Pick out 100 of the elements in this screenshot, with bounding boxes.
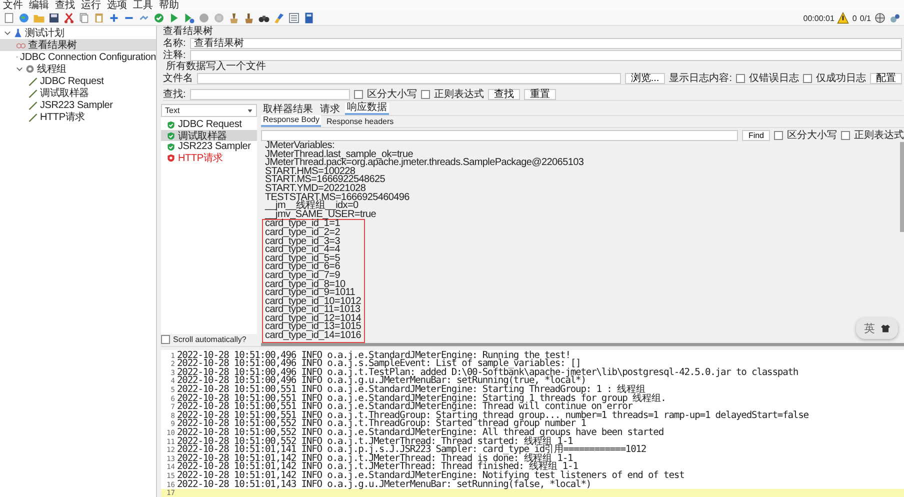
menu-item[interactable]: 工具 bbox=[133, 0, 153, 11]
brush-icon[interactable] bbox=[273, 12, 285, 24]
play-icon[interactable] bbox=[183, 12, 195, 24]
tree-item[interactable]: JDBC Request bbox=[0, 75, 156, 87]
checkbox[interactable] bbox=[803, 74, 812, 82]
checkbox-label: Scroll automatically? bbox=[173, 335, 246, 344]
save-icon[interactable] bbox=[48, 12, 60, 24]
response-line: card_type_id_3=3 bbox=[265, 238, 341, 246]
checkbox[interactable] bbox=[841, 130, 850, 140]
globe-icon[interactable] bbox=[18, 12, 30, 24]
tree-label: JDBC Connection Configuration bbox=[20, 52, 156, 62]
checkbox[interactable] bbox=[420, 90, 430, 98]
log-content-label: 显示日志内容: bbox=[669, 72, 732, 85]
globe-icon[interactable] bbox=[874, 12, 886, 24]
list-icon[interactable] bbox=[288, 12, 300, 24]
tree-item[interactable]: 查看结果树 bbox=[0, 39, 156, 51]
sample-item[interactable]: 调试取样器 bbox=[161, 130, 257, 141]
filename-field[interactable] bbox=[197, 72, 621, 84]
log-line: 2022-10-28 10:51:00,496 INFO o.a.j.s.SampleEvent: List of sample_variables: [] bbox=[177, 360, 581, 369]
tree-label: HTTP请求 bbox=[40, 110, 85, 124]
search-button[interactable]: 查找 bbox=[488, 88, 520, 100]
search-label: 查找: bbox=[163, 88, 186, 101]
response-line: JMeterThread.last_sample_ok=true bbox=[265, 150, 413, 160]
sample-item[interactable]: HTTP请求 bbox=[161, 152, 257, 163]
plus-icon[interactable] bbox=[108, 12, 120, 24]
tree-label: 测试计划 bbox=[25, 26, 64, 40]
checkbox-label: 仅错误日志 bbox=[749, 72, 799, 85]
thread-count: 0/1 bbox=[860, 14, 871, 22]
sample-label: JSR223 Sampler bbox=[178, 141, 251, 152]
tab[interactable]: Response headers bbox=[324, 117, 396, 127]
response-line: card_type_id_12=1014 bbox=[265, 314, 362, 324]
tree-item[interactable]: JSR223 Sampler bbox=[0, 99, 156, 111]
find-field[interactable] bbox=[261, 130, 738, 140]
tree-label: JSR223 Sampler bbox=[40, 100, 113, 110]
checkbox[interactable] bbox=[161, 335, 170, 344]
response-line: card_type_id_2=2 bbox=[265, 228, 341, 238]
checkbox[interactable] bbox=[736, 74, 745, 82]
sample-label: HTTP请求 bbox=[178, 152, 223, 164]
paste-icon[interactable] bbox=[93, 12, 105, 24]
response-line: card_type_id_4=4 bbox=[265, 246, 341, 255]
tree-item[interactable]: 调试取样器 bbox=[0, 87, 156, 99]
tree-item[interactable]: JDBC Connection Configuration bbox=[0, 51, 156, 63]
tree-item[interactable]: HTTP请求 bbox=[0, 111, 156, 123]
configure-button[interactable]: 配置 bbox=[870, 72, 902, 84]
name-label: 名称: bbox=[163, 37, 186, 50]
tree-label: JDBC Request bbox=[40, 76, 104, 86]
copy-icon[interactable] bbox=[78, 12, 90, 24]
checkbox-label: 区分大小写 bbox=[787, 128, 837, 142]
tab[interactable]: 响应数据 bbox=[345, 103, 389, 115]
search-field[interactable] bbox=[190, 88, 350, 100]
sample-label: 调试取样器 bbox=[178, 130, 228, 142]
check-circle-icon[interactable] bbox=[153, 12, 165, 24]
file-label: 文件名 bbox=[163, 72, 193, 85]
response-line: card_type_id_1=1 bbox=[265, 220, 340, 229]
chevron-icon[interactable] bbox=[16, 66, 23, 72]
browse-button[interactable]: 浏览... bbox=[624, 72, 666, 84]
new-file-icon[interactable] bbox=[3, 12, 15, 24]
section-title: 所有数据写入一个文件 bbox=[165, 61, 267, 72]
chevron-icon[interactable] bbox=[4, 30, 11, 36]
log-line: 2022-10-28 10:51:01,141 INFO o.a.j.p.j.s.J.JSR223 Sampler: card_type_id引用============1012 bbox=[177, 446, 646, 455]
tree-label: 查看结果树 bbox=[28, 38, 78, 52]
scrollbar[interactable] bbox=[900, 142, 904, 232]
log-line: 2022-10-28 10:51:01,142 INFO o.a.j.e.StandardJMeterEngine: Notifying test listeners of end of test bbox=[177, 472, 684, 481]
cut-icon[interactable] bbox=[63, 12, 75, 24]
response-line: card_type_id_9=1011 bbox=[265, 289, 356, 298]
response-line: __jm__线程组__idx=0 bbox=[265, 202, 358, 211]
menu-item[interactable]: 运行 bbox=[81, 0, 101, 11]
response-line: START.MS=1666922548625 bbox=[265, 176, 386, 185]
checkbox-label: 区分大小写 bbox=[366, 88, 417, 101]
tree-item[interactable]: 测试计划 bbox=[0, 27, 156, 39]
scrollbar[interactable] bbox=[261, 342, 904, 346]
sample-item[interactable]: JSR223 Sampler bbox=[161, 141, 257, 152]
comment-field[interactable] bbox=[190, 50, 902, 60]
stop-icon[interactable] bbox=[198, 12, 210, 24]
tab[interactable]: Response Body bbox=[261, 115, 322, 127]
warning-icon[interactable] bbox=[837, 12, 850, 24]
response-line: START.HMS=100228 bbox=[265, 168, 356, 176]
renderer-dropdown[interactable]: Text bbox=[161, 104, 257, 117]
name-field[interactable]: 查看结果树 bbox=[190, 38, 902, 48]
tab[interactable]: 取样器结果 bbox=[261, 105, 315, 115]
log-line: 2022-10-28 10:51:01,143 INFO o.a.j.g.u.JMeterMenuBar: setRunning(false, *local*) bbox=[177, 480, 592, 490]
sample-item[interactable]: JDBC Request bbox=[161, 119, 257, 130]
response-line: card_type_id_10=1012 bbox=[265, 298, 362, 306]
reset-button[interactable]: 重置 bbox=[524, 88, 556, 100]
menu-item[interactable]: 查找 bbox=[55, 0, 75, 11]
tree-label: 线程组 bbox=[37, 62, 66, 76]
menu-item[interactable]: 选项 bbox=[107, 0, 127, 11]
elapsed-time: 00:00:01 bbox=[803, 14, 834, 22]
ime-widget[interactable]: 英 bbox=[856, 318, 898, 339]
find-button[interactable]: Find bbox=[742, 130, 770, 140]
tab[interactable]: 请求 bbox=[318, 105, 342, 115]
menu-item[interactable]: 帮助 bbox=[159, 0, 179, 11]
checkbox[interactable] bbox=[774, 130, 783, 140]
menu-item[interactable]: 编辑 bbox=[29, 0, 49, 11]
checkbox[interactable] bbox=[354, 90, 363, 98]
response-line: card_type_id_11=1013 bbox=[265, 306, 360, 315]
response-line: card_type_id_5=5 bbox=[265, 254, 341, 264]
tree-label: 调试取样器 bbox=[40, 86, 90, 100]
help-book-icon[interactable] bbox=[303, 12, 315, 24]
tree-item[interactable]: 线程组 bbox=[0, 63, 156, 75]
